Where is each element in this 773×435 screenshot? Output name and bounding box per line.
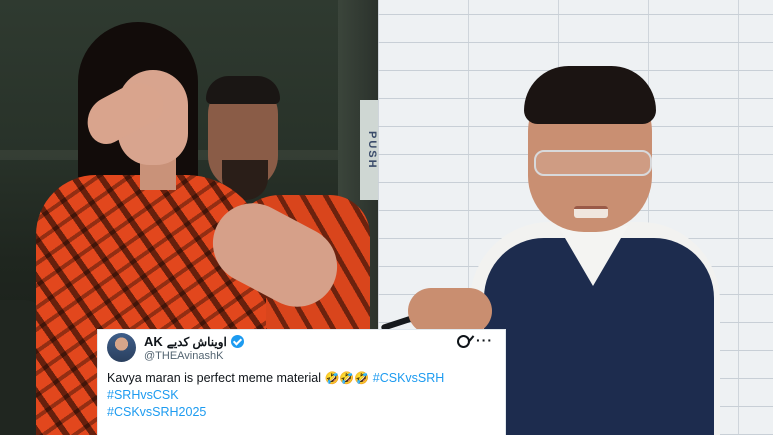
user-handle[interactable]: @THEAvinashK [144,350,244,362]
laughing-emoji: 🤣🤣🤣 [324,371,370,385]
tweet-message: Kavya maran is perfect meme material [107,371,321,385]
grok-icon[interactable] [457,335,470,348]
verified-badge-icon [230,335,244,348]
hashtag-link[interactable]: #SRHvsCSK [107,388,179,402]
man-fist [408,288,492,334]
hashtag-link[interactable]: #CSKvsSRH [373,371,445,385]
tweet-card[interactable]: AK اویناش کدیے @THEAvinashK ··· Kavya ma… [98,330,505,435]
man-mouth [574,206,608,218]
man-glasses [534,150,652,176]
author-names: AK اویناش کدیے @THEAvinashK [144,334,244,362]
tweet-header: AK اویناش کدیے @THEAvinashK ··· [107,333,496,366]
tweet-text: Kavya maran is perfect meme material 🤣🤣🤣… [107,370,496,421]
more-options-icon[interactable]: ··· [476,333,493,347]
hashtag-link[interactable]: #CSKvsSRH2025 [107,405,206,419]
display-name[interactable]: AK [144,334,163,349]
display-name-urdu[interactable]: اویناش کدیے [167,335,227,349]
avatar[interactable] [107,333,136,362]
man-hair [524,66,656,124]
